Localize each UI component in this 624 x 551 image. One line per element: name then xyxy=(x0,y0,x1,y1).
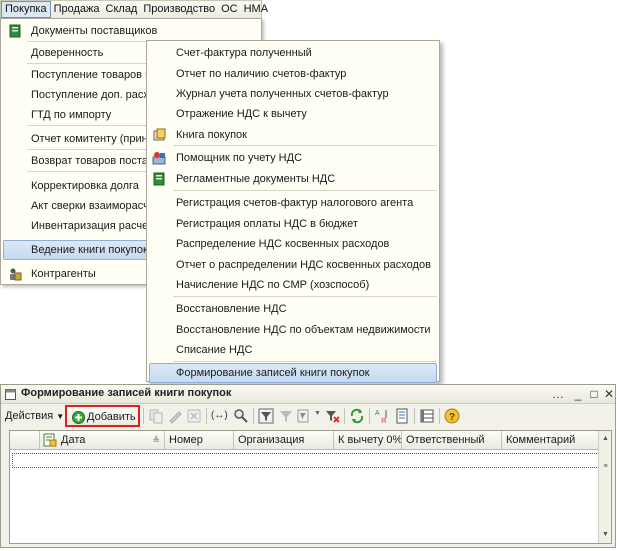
menu-separator xyxy=(173,145,437,146)
submenu-item-purchase-book[interactable]: Книга покупок xyxy=(149,125,437,145)
sort-icon[interactable]: AЯ xyxy=(374,408,390,424)
toolbar-separator xyxy=(369,408,370,424)
menu-proizvodstvo[interactable]: Производство xyxy=(140,1,218,18)
table-header: Дата ≜ Номер Организация К вычету 0% Отв… xyxy=(10,431,599,450)
submenu-item-vat-assistant[interactable]: Помощник по учету НДС xyxy=(149,148,437,168)
svg-text:?: ? xyxy=(449,412,455,423)
table-row[interactable] xyxy=(12,453,599,468)
refresh-icon[interactable] xyxy=(349,408,365,424)
maximize-icon[interactable]: □ xyxy=(587,387,601,401)
actions-menu-button[interactable]: Действия ▼ xyxy=(5,408,64,424)
menu-separator xyxy=(173,361,437,362)
purchase-book-submenu: Счет-фактура полученный Отчет по наличию… xyxy=(146,40,440,383)
delete-icon[interactable] xyxy=(186,408,202,424)
menu-item-supplier-documents[interactable]: Документы поставщиков xyxy=(3,21,259,41)
toolbar-separator xyxy=(253,408,254,424)
column-header-responsible[interactable]: Ответственный xyxy=(402,431,502,449)
submenu-item-indirect-vat-allocation-report[interactable]: Отчет о распределении НДС косвенных расх… xyxy=(149,255,437,275)
scroll-up-icon[interactable]: ▲ xyxy=(600,433,611,445)
toolbar-separator xyxy=(344,408,345,424)
filter-off-icon[interactable] xyxy=(324,408,340,424)
counterparties-icon xyxy=(10,268,22,281)
svg-text:Я: Я xyxy=(381,418,386,424)
window-title-bar[interactable]: Формирование записей книги покупок … _ □… xyxy=(1,385,615,404)
structure-icon[interactable] xyxy=(394,408,410,424)
minimize-icon[interactable]: _ xyxy=(571,387,585,401)
columns-list-icon[interactable] xyxy=(419,408,435,424)
chevron-down-icon[interactable]: ▼ xyxy=(314,410,321,417)
close-icon[interactable]: ✕ xyxy=(603,387,615,401)
document-book-icon xyxy=(9,24,21,38)
menu-os[interactable]: ОС xyxy=(218,1,241,18)
submenu-item-vat-deduction[interactable]: Отражение НДС к вычету xyxy=(149,104,437,124)
submenu-item-construction-vat[interactable]: Начисление НДС по СМР (хозспособ) xyxy=(149,275,437,295)
menu-pokupka[interactable]: Покупка xyxy=(1,1,51,18)
submenu-item-vat-restoration-real-estate[interactable]: Восстановление НДС по объектам недвижимо… xyxy=(149,320,437,340)
chevron-down-icon: ▼ xyxy=(56,412,65,421)
toolbar-separator xyxy=(414,408,415,424)
menu-sklad[interactable]: Склад xyxy=(103,1,141,18)
book-icon xyxy=(153,128,166,141)
add-button[interactable]: Добавить xyxy=(65,405,140,427)
assistant-icon xyxy=(152,152,166,165)
filter-by-value-icon[interactable] xyxy=(278,408,294,424)
submenu-item-vat-regulatory-documents[interactable]: Регламентные документы НДС xyxy=(149,169,437,189)
submenu-item-indirect-vat-allocation[interactable]: Распределение НДС косвенных расходов xyxy=(149,234,437,254)
svg-text:A: A xyxy=(375,410,380,417)
scroll-thumb-icon[interactable]: ≡ xyxy=(600,461,611,473)
column-header-comment[interactable]: Комментарий xyxy=(502,431,599,449)
column-header-organization[interactable]: Организация xyxy=(234,431,334,449)
submenu-item-vat-write-off[interactable]: Списание НДС xyxy=(149,340,437,360)
submenu-item-purchase-book-entries[interactable]: Формирование записей книги покупок xyxy=(149,363,437,383)
menu-separator xyxy=(173,190,437,191)
edit-pencil-icon[interactable] xyxy=(167,408,183,424)
submenu-item-invoice-journal[interactable]: Журнал учета полученных счетов-фактур xyxy=(149,84,437,104)
submenu-item-tax-agent-invoices[interactable]: Регистрация счетов-фактур налогового аге… xyxy=(149,193,437,213)
copy-icon[interactable] xyxy=(148,408,164,424)
sort-ascending-icon: ≜ xyxy=(152,435,160,445)
menu-separator xyxy=(173,296,437,297)
submenu-item-vat-restoration[interactable]: Восстановление НДС xyxy=(149,299,437,319)
filter-history-icon[interactable] xyxy=(297,408,313,424)
form-toolbar: Действия ▼ Добавить (↔) ▼ AЯ ? xyxy=(1,404,615,428)
main-menu-bar: Покупка Продажа Склад Производство ОС НМ… xyxy=(0,0,268,18)
filter-icon[interactable] xyxy=(258,408,274,424)
help-icon[interactable]: ? xyxy=(444,408,460,424)
scroll-down-icon[interactable]: ▼ xyxy=(600,529,611,541)
window-form-icon xyxy=(5,389,16,400)
menu-prodazha[interactable]: Продажа xyxy=(51,1,103,18)
column-header-number[interactable]: Номер xyxy=(165,431,234,449)
add-circle-icon xyxy=(72,411,85,424)
period-icon[interactable]: (↔) xyxy=(211,408,228,424)
submenu-item-invoice-received[interactable]: Счет-фактура полученный xyxy=(149,43,437,63)
entries-table[interactable]: Дата ≜ Номер Организация К вычету 0% Отв… xyxy=(9,430,612,544)
window-actions-icon[interactable]: … xyxy=(551,387,565,401)
menu-nma[interactable]: НМА xyxy=(241,1,271,18)
add-button-inner: Добавить xyxy=(70,409,136,425)
submenu-item-vat-payment-registration[interactable]: Регистрация оплаты НДС в бюджет xyxy=(149,214,437,234)
toolbar-separator xyxy=(206,408,207,424)
column-header-mark[interactable] xyxy=(10,431,40,449)
submenu-item-invoice-availability-report[interactable]: Отчет по наличию счетов-фактур xyxy=(149,64,437,84)
column-header-deduction-zero[interactable]: К вычету 0% xyxy=(334,431,402,449)
document-book-icon xyxy=(153,172,165,186)
column-header-date[interactable]: Дата ≜ xyxy=(40,431,165,449)
search-icon[interactable] xyxy=(233,408,249,424)
toolbar-separator xyxy=(143,408,144,424)
window-title: Формирование записей книги покупок xyxy=(21,387,232,399)
toolbar-separator xyxy=(439,408,440,424)
calendar-document-icon xyxy=(43,433,57,447)
purchase-book-entries-window: Формирование записей книги покупок … _ □… xyxy=(0,384,616,548)
vertical-scrollbar[interactable]: ▲ ≡ ▼ xyxy=(598,431,611,543)
